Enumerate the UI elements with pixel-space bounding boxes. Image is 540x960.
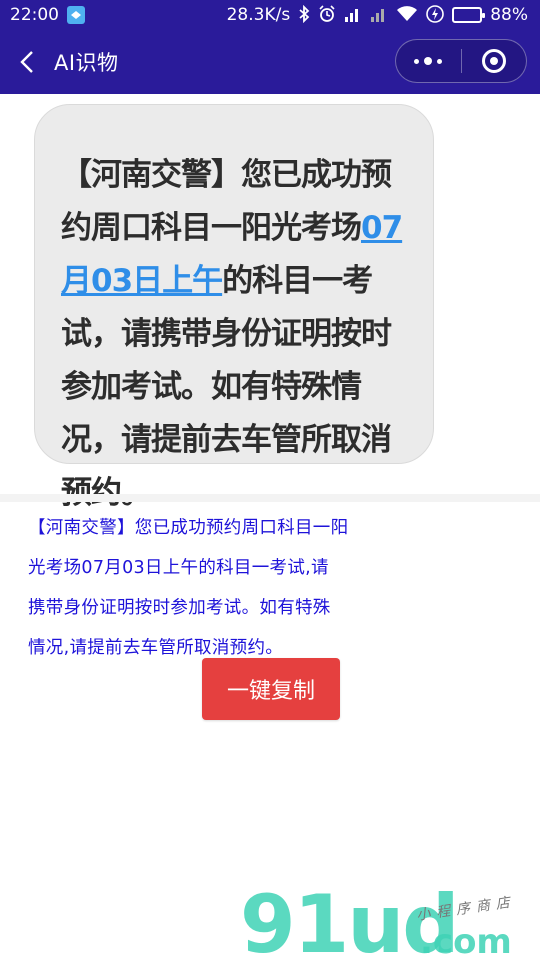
nav-bar: AI识物: [0, 30, 540, 94]
app-notification-icon: [67, 6, 85, 24]
copy-button[interactable]: 一键复制: [202, 658, 340, 720]
more-dots-icon: [414, 57, 443, 65]
status-time: 22:00: [10, 5, 59, 25]
recognized-image: 【河南交警】您已成功预约周口科目一阳光考场07月03日上午的科目一考试，请携带身…: [0, 94, 540, 511]
back-button[interactable]: [0, 30, 54, 94]
status-left: 22:00: [10, 5, 85, 25]
close-mini-program-button[interactable]: [462, 40, 527, 82]
watermark-domain: .com: [420, 922, 512, 960]
mini-program-capsule: [395, 39, 527, 83]
signal-icon: [344, 6, 362, 25]
target-icon: [481, 49, 506, 73]
page-title: AI识物: [54, 51, 119, 75]
wifi-icon: [396, 5, 418, 25]
status-right: 28.3K/s 88%: [226, 4, 528, 26]
sms-text-prefix: 【河南交警】您已成功预约周口科目一阳光考场: [61, 157, 392, 246]
sms-bubble: 【河南交警】您已成功预约周口科目一阳光考场07月03日上午的科目一考试，请携带身…: [34, 104, 434, 511]
section-divider: [0, 494, 540, 502]
charging-icon: [426, 4, 445, 26]
status-bar: 22:00 28.3K/s 88%: [0, 0, 540, 30]
result-line: 光考场07月03日上午的科目一考试,请: [28, 558, 329, 578]
network-speed: 28.3K/s: [226, 5, 291, 25]
watermark: 91ud 小程序商店 .com: [240, 880, 540, 960]
chevron-left-icon: [20, 51, 33, 73]
recognized-text: 【河南交警】您已成功预约周口科目一阳 光考场07月03日上午的科目一考试,请 携…: [28, 508, 388, 668]
bluetooth-icon: [298, 4, 310, 26]
signal-icon-2: [370, 6, 388, 25]
result-line: 携带身份证明按时参加考试。如有特殊: [28, 598, 331, 618]
result-line: 【河南交警】您已成功预约周口科目一阳: [28, 518, 349, 538]
battery-percent: 88%: [490, 5, 528, 25]
sms-text-suffix: 的科目一考试，请携带身份证明按时参加考试。如有特殊情况，请提前去车管所取消预约。: [61, 263, 392, 511]
battery-icon: [452, 7, 486, 23]
alarm-icon: [318, 4, 336, 26]
more-button[interactable]: [396, 40, 461, 82]
